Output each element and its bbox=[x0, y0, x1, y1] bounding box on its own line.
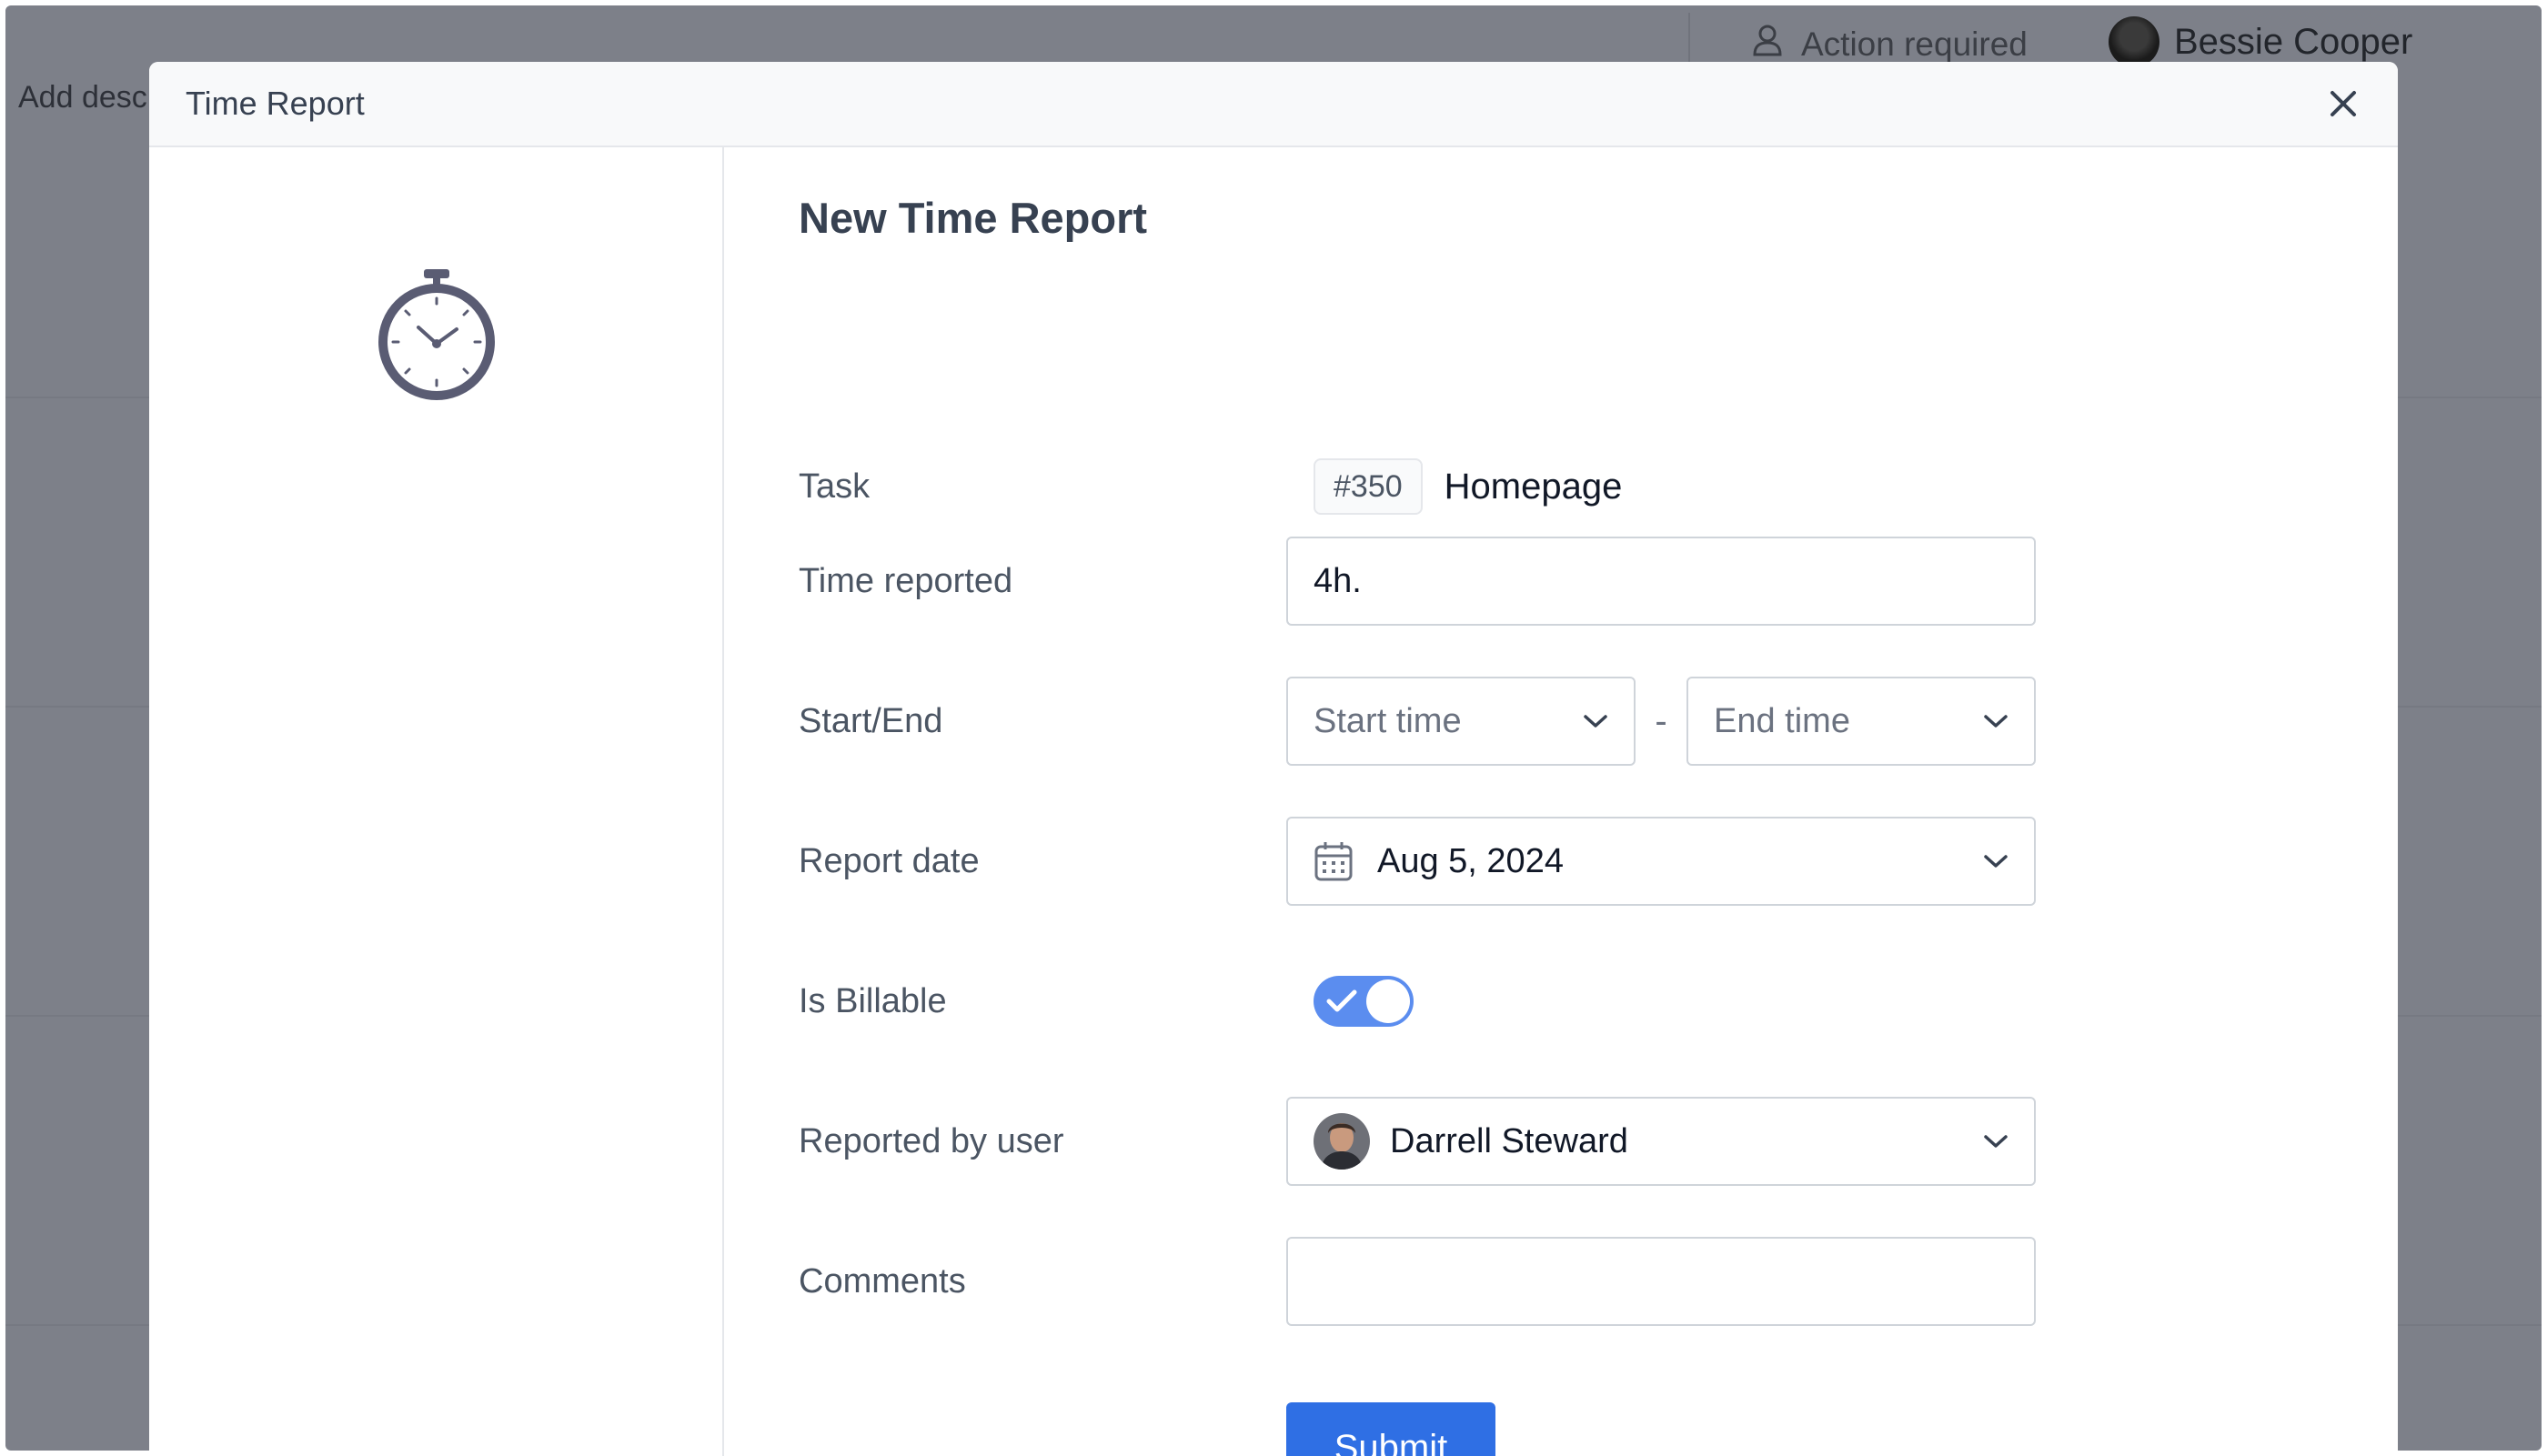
comments-label: Comments bbox=[799, 1261, 966, 1300]
start-end-separator: - bbox=[1655, 700, 1667, 741]
is-billable-row: Is Billable bbox=[799, 957, 2072, 1046]
modal-title: Time Report bbox=[186, 85, 365, 122]
modal-sidebar bbox=[149, 147, 724, 1456]
reported-by-label: Reported by user bbox=[799, 1121, 1064, 1160]
add-description-link[interactable]: Add desc bbox=[18, 80, 147, 115]
form-heading: New Time Report bbox=[799, 194, 1148, 242]
current-user-name: Bessie Cooper bbox=[2174, 21, 2413, 62]
is-billable-toggle[interactable] bbox=[1314, 976, 1414, 1027]
reported-by-select[interactable]: Darrell Steward bbox=[1286, 1097, 2036, 1186]
check-icon bbox=[1326, 989, 1357, 1012]
chevron-down-icon bbox=[1984, 715, 2008, 728]
start-end-row: Start/End Start time - End time bbox=[799, 677, 2072, 766]
user-outline-icon bbox=[1752, 24, 1783, 65]
reported-by-row: Reported by user Darrell Steward bbox=[799, 1097, 2072, 1186]
comments-row: Comments bbox=[799, 1237, 2072, 1326]
is-billable-label: Is Billable bbox=[799, 981, 947, 1020]
end-time-select[interactable]: End time bbox=[1686, 677, 2036, 766]
time-report-modal: Time Report New Time Report Task #350 Ho… bbox=[149, 62, 2398, 1456]
action-required-label: Action required bbox=[1801, 25, 2028, 63]
stopwatch-icon bbox=[378, 269, 495, 400]
chevron-down-icon bbox=[1584, 715, 1607, 728]
current-user[interactable]: Bessie Cooper bbox=[2109, 16, 2412, 67]
report-date-row: Report date Aug 5, 2024 bbox=[799, 817, 2072, 906]
task-row: Task #350 Homepage bbox=[799, 442, 2072, 531]
time-reported-input[interactable]: 4h. bbox=[1286, 537, 2036, 626]
modal-content: New Time Report Task #350 Homepage Time … bbox=[799, 147, 2398, 1456]
avatar bbox=[2109, 16, 2159, 67]
task-name: Homepage bbox=[1444, 466, 1623, 507]
submit-button[interactable]: Submit bbox=[1286, 1402, 1495, 1456]
action-required-link[interactable]: Action required bbox=[1752, 24, 2028, 65]
close-icon bbox=[2331, 91, 2356, 116]
chevron-down-icon bbox=[1984, 1135, 2008, 1148]
report-date-picker[interactable]: Aug 5, 2024 bbox=[1286, 817, 2036, 906]
modal-body: New Time Report Task #350 Homepage Time … bbox=[149, 147, 2398, 1456]
time-reported-row: Time reported 4h. bbox=[799, 537, 2072, 626]
report-date-value: Aug 5, 2024 bbox=[1377, 841, 1564, 880]
start-time-select[interactable]: Start time bbox=[1286, 677, 1636, 766]
start-time-placeholder: Start time bbox=[1314, 701, 1462, 740]
avatar bbox=[1314, 1113, 1370, 1170]
close-button[interactable] bbox=[2316, 76, 2371, 131]
end-time-placeholder: End time bbox=[1714, 701, 1850, 740]
start-end-label: Start/End bbox=[799, 701, 943, 740]
report-date-label: Report date bbox=[799, 841, 980, 880]
task-label: Task bbox=[799, 467, 871, 506]
task-id-badge: #350 bbox=[1314, 458, 1423, 515]
modal-header: Time Report bbox=[149, 62, 2398, 147]
add-description-label: Add desc bbox=[18, 80, 147, 115]
calendar-icon bbox=[1314, 842, 1353, 881]
reported-by-value: Darrell Steward bbox=[1390, 1121, 1628, 1160]
comments-input[interactable] bbox=[1286, 1237, 2036, 1326]
toggle-knob bbox=[1366, 979, 1410, 1023]
time-reported-label: Time reported bbox=[799, 561, 1013, 600]
chevron-down-icon bbox=[1984, 855, 2008, 868]
time-reported-value: 4h. bbox=[1314, 561, 1362, 600]
